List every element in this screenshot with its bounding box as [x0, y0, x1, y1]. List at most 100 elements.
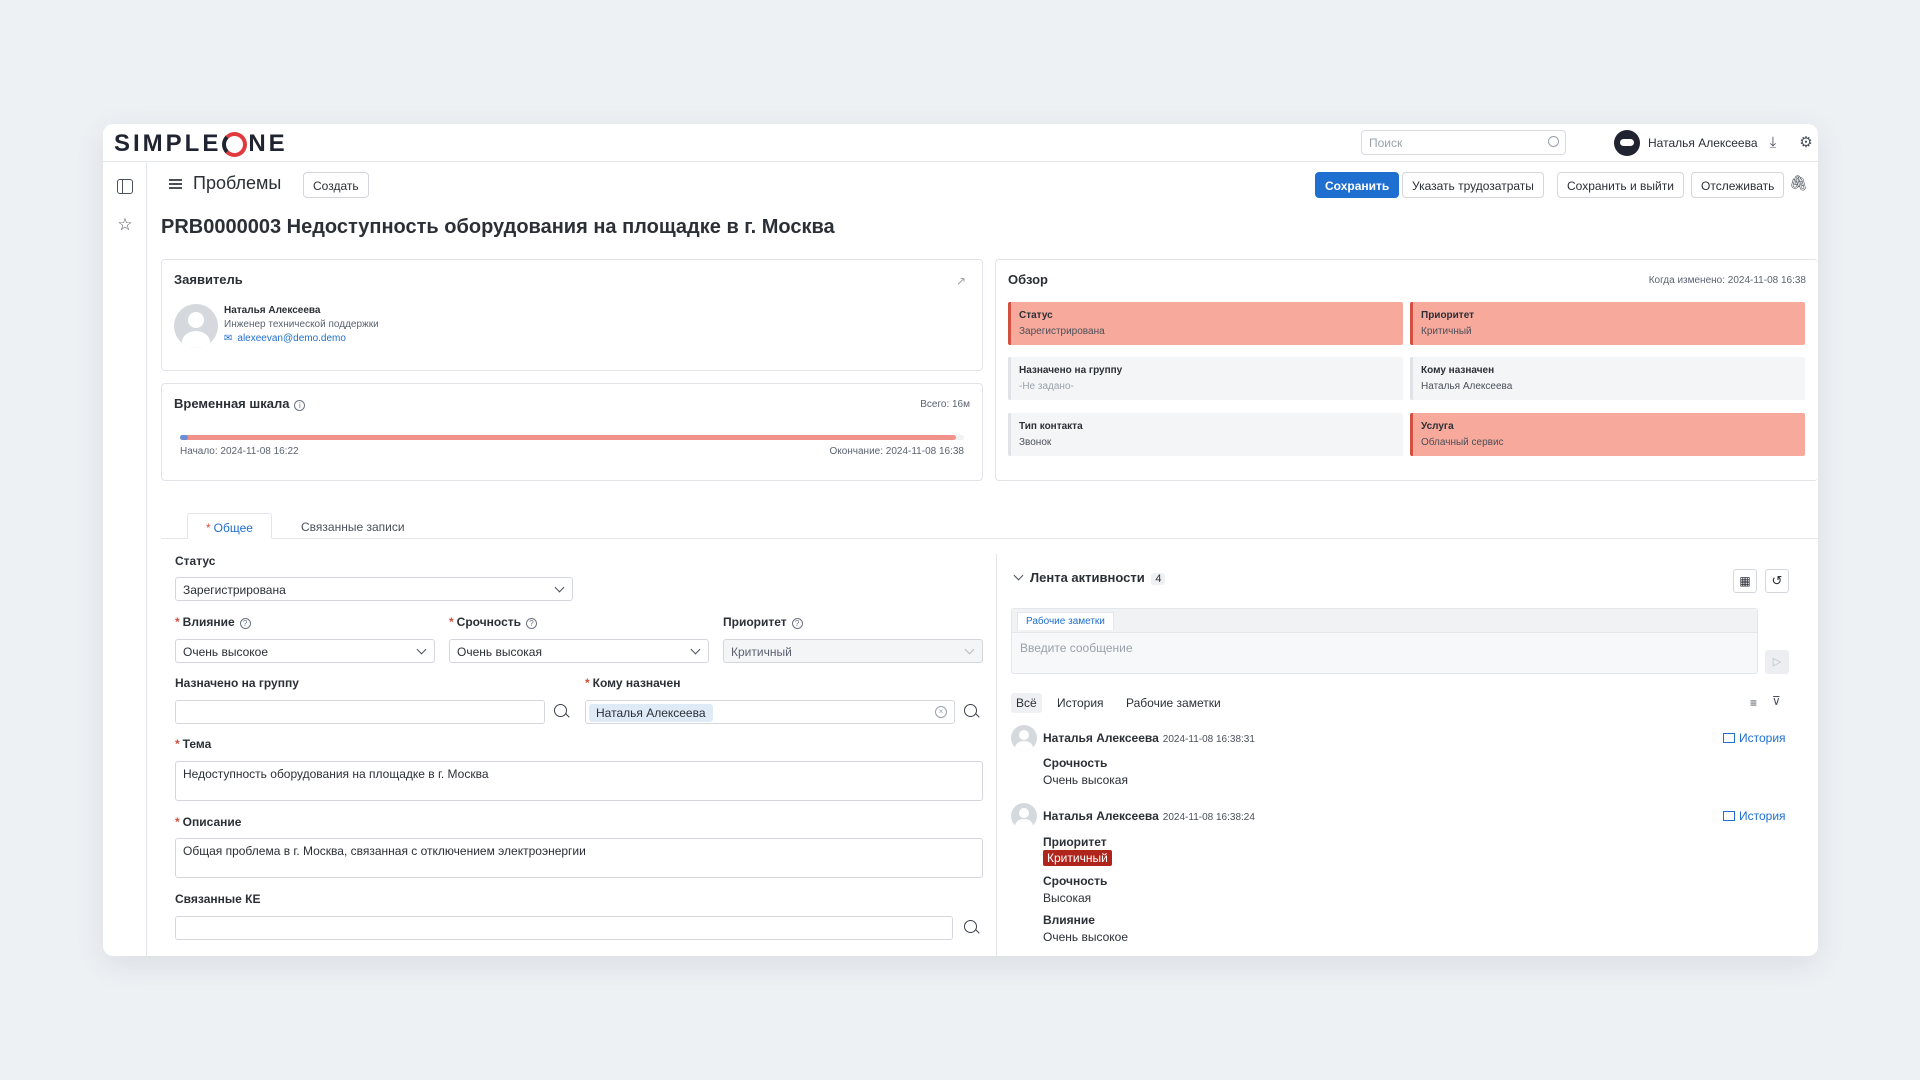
overview-changed: Когда изменено: 2024-11-08 16:38: [1648, 275, 1806, 286]
requester-email-row[interactable]: ✉ alexeevan@demo.demo: [224, 332, 379, 346]
logo-text-right: NE: [248, 130, 288, 157]
track-button[interactable]: Отслеживать: [1691, 172, 1785, 198]
tile-priority[interactable]: Приоритет Критичный: [1410, 302, 1805, 345]
search-input[interactable]: Поиск: [1361, 130, 1566, 155]
history-link[interactable]: История: [1723, 809, 1786, 823]
critical-badge: Критичный: [1043, 850, 1112, 866]
filter-notes[interactable]: Рабочие заметки: [1121, 693, 1226, 713]
sort-icon[interactable]: ≡: [1750, 696, 1757, 710]
tile-status[interactable]: Статус Зарегистрирована: [1008, 302, 1403, 345]
open-external-icon[interactable]: ↗: [956, 274, 966, 288]
group-label: Назначено на группу: [175, 676, 299, 690]
timeline-bar: [180, 435, 964, 440]
priority-select: Критичный: [723, 639, 983, 663]
history-link[interactable]: История: [1723, 731, 1786, 745]
info-icon[interactable]: i: [294, 400, 306, 411]
log-time-button[interactable]: Указать трудозатраты: [1402, 172, 1544, 198]
tile-value: Облачный сервис: [1421, 437, 1504, 448]
overview-card: Обзор Когда изменено: 2024-11-08 16:38 С…: [995, 259, 1818, 481]
requester-email: alexeevan@demo.demo: [237, 333, 346, 344]
star-icon[interactable]: ☆: [115, 215, 135, 235]
urgency-select[interactable]: Очень высокая: [449, 639, 709, 663]
entry-avatar: [1011, 725, 1037, 751]
tile-service[interactable]: Услуга Облачный сервис: [1410, 413, 1805, 456]
message-box[interactable]: Рабочие заметки Введите сообщение: [1011, 608, 1758, 674]
change-value: Очень высокая: [1043, 773, 1128, 787]
menu-icon[interactable]: [169, 179, 182, 189]
breadcrumb[interactable]: Проблемы: [193, 173, 281, 194]
priority-label: Приоритет?: [723, 615, 803, 629]
tile-assignee[interactable]: Кому назначен Наталья Алексеева: [1410, 357, 1805, 400]
attachment-icon[interactable]: 🖇: [1789, 175, 1808, 193]
change-field: Срочность: [1043, 756, 1108, 770]
feed-divider: [996, 554, 997, 956]
search-placeholder: Поиск: [1369, 136, 1403, 150]
save-exit-button[interactable]: Сохранить и выйти: [1557, 172, 1684, 198]
page-title: PRB0000003 Недоступность оборудования на…: [161, 216, 835, 238]
description-input[interactable]: Общая проблема в г. Москва, связанная с …: [175, 838, 983, 878]
help-icon[interactable]: ?: [791, 618, 803, 629]
download-icon[interactable]: ⤓: [1764, 134, 1782, 152]
entry-time: 2024-11-08 16:38:24: [1162, 812, 1255, 823]
change-value: Очень высокое: [1043, 930, 1129, 944]
create-button[interactable]: Создать: [303, 172, 369, 198]
app-window: SIMPLE NE Поиск Наталья Алексеева ⤓ ⚙ ☆ П…: [103, 124, 1818, 956]
user-menu[interactable]: Наталья Алексеева: [1614, 130, 1758, 156]
chevron-down-icon: [1013, 570, 1024, 581]
help-icon[interactable]: ?: [239, 618, 251, 629]
calendar-icon[interactable]: ▦: [1733, 569, 1757, 593]
requester-header: Заявитель: [174, 272, 243, 287]
help-icon[interactable]: ?: [526, 618, 538, 629]
entry-author[interactable]: Наталья Алексеева 2024-11-08 16:38:31: [1043, 731, 1255, 745]
filter-history[interactable]: История: [1052, 693, 1109, 713]
history-icon[interactable]: ↺: [1765, 569, 1789, 593]
assignee-input[interactable]: Наталья Алексеева ×: [585, 700, 955, 724]
logo-text-left: SIMPLE: [114, 130, 222, 157]
send-icon[interactable]: ▷: [1765, 650, 1789, 674]
impact-select[interactable]: Очень высокое: [175, 639, 435, 663]
subject-input[interactable]: Недоступность оборудования на площадке в…: [175, 761, 983, 801]
gear-icon[interactable]: ⚙: [1797, 134, 1815, 152]
filter-all[interactable]: Всё: [1011, 693, 1042, 713]
assignee-search-icon[interactable]: [959, 700, 983, 724]
tab-general[interactable]: * Общее: [187, 513, 272, 539]
subject-label: * Тема: [175, 737, 212, 751]
tile-group[interactable]: Назначено на группу -Не задано-: [1008, 357, 1403, 400]
urgency-label: * Срочность?: [449, 615, 538, 629]
sidebar-toggle-icon[interactable]: [117, 179, 133, 194]
timeline-total: Всего: 16м: [920, 399, 970, 410]
save-button[interactable]: Сохранить: [1315, 172, 1400, 198]
requester-avatar: [174, 304, 218, 348]
user-name: Наталья Алексеева: [1648, 136, 1758, 150]
assignee-label: * Кому назначен: [585, 676, 681, 690]
message-input[interactable]: Введите сообщение: [1020, 641, 1133, 655]
timeline-progress: [180, 435, 957, 440]
ci-search-icon[interactable]: [959, 916, 983, 940]
clear-icon[interactable]: ×: [935, 706, 947, 718]
search-icon: [1548, 136, 1559, 147]
status-select[interactable]: Зарегистрирована: [175, 577, 573, 601]
tile-value: Зарегистрирована: [1019, 326, 1105, 337]
logo[interactable]: SIMPLE NE: [114, 130, 288, 158]
entry-time: 2024-11-08 16:38:31: [1162, 734, 1255, 745]
group-input[interactable]: [175, 700, 545, 724]
activity-header[interactable]: Лента активности 4: [1013, 570, 1166, 585]
tab-related[interactable]: Связанные записи: [283, 513, 423, 539]
ci-label: Связанные КЕ: [175, 892, 261, 906]
requester-name[interactable]: Наталья Алексеева: [224, 304, 379, 318]
ci-input[interactable]: [175, 916, 953, 940]
book-icon: [1723, 733, 1735, 743]
tile-label: Статус: [1019, 310, 1053, 321]
description-label: * Описание: [175, 815, 242, 829]
tile-contact-type[interactable]: Тип контакта Звонок: [1008, 413, 1403, 456]
group-search-icon[interactable]: [549, 700, 573, 724]
timeline-start: Начало: 2024-11-08 16:22: [180, 446, 299, 457]
change-field: Влияние: [1043, 913, 1095, 927]
entry-author[interactable]: Наталья Алексеева 2024-11-08 16:38:24: [1043, 809, 1255, 823]
tab-work-notes[interactable]: Рабочие заметки: [1017, 612, 1114, 630]
assignee-tag[interactable]: Наталья Алексеева: [589, 704, 713, 722]
book-icon: [1723, 811, 1735, 821]
change-field: Срочность: [1043, 874, 1108, 888]
tile-value: Наталья Алексеева: [1421, 381, 1513, 392]
filter-icon[interactable]: ⊽: [1772, 694, 1781, 708]
